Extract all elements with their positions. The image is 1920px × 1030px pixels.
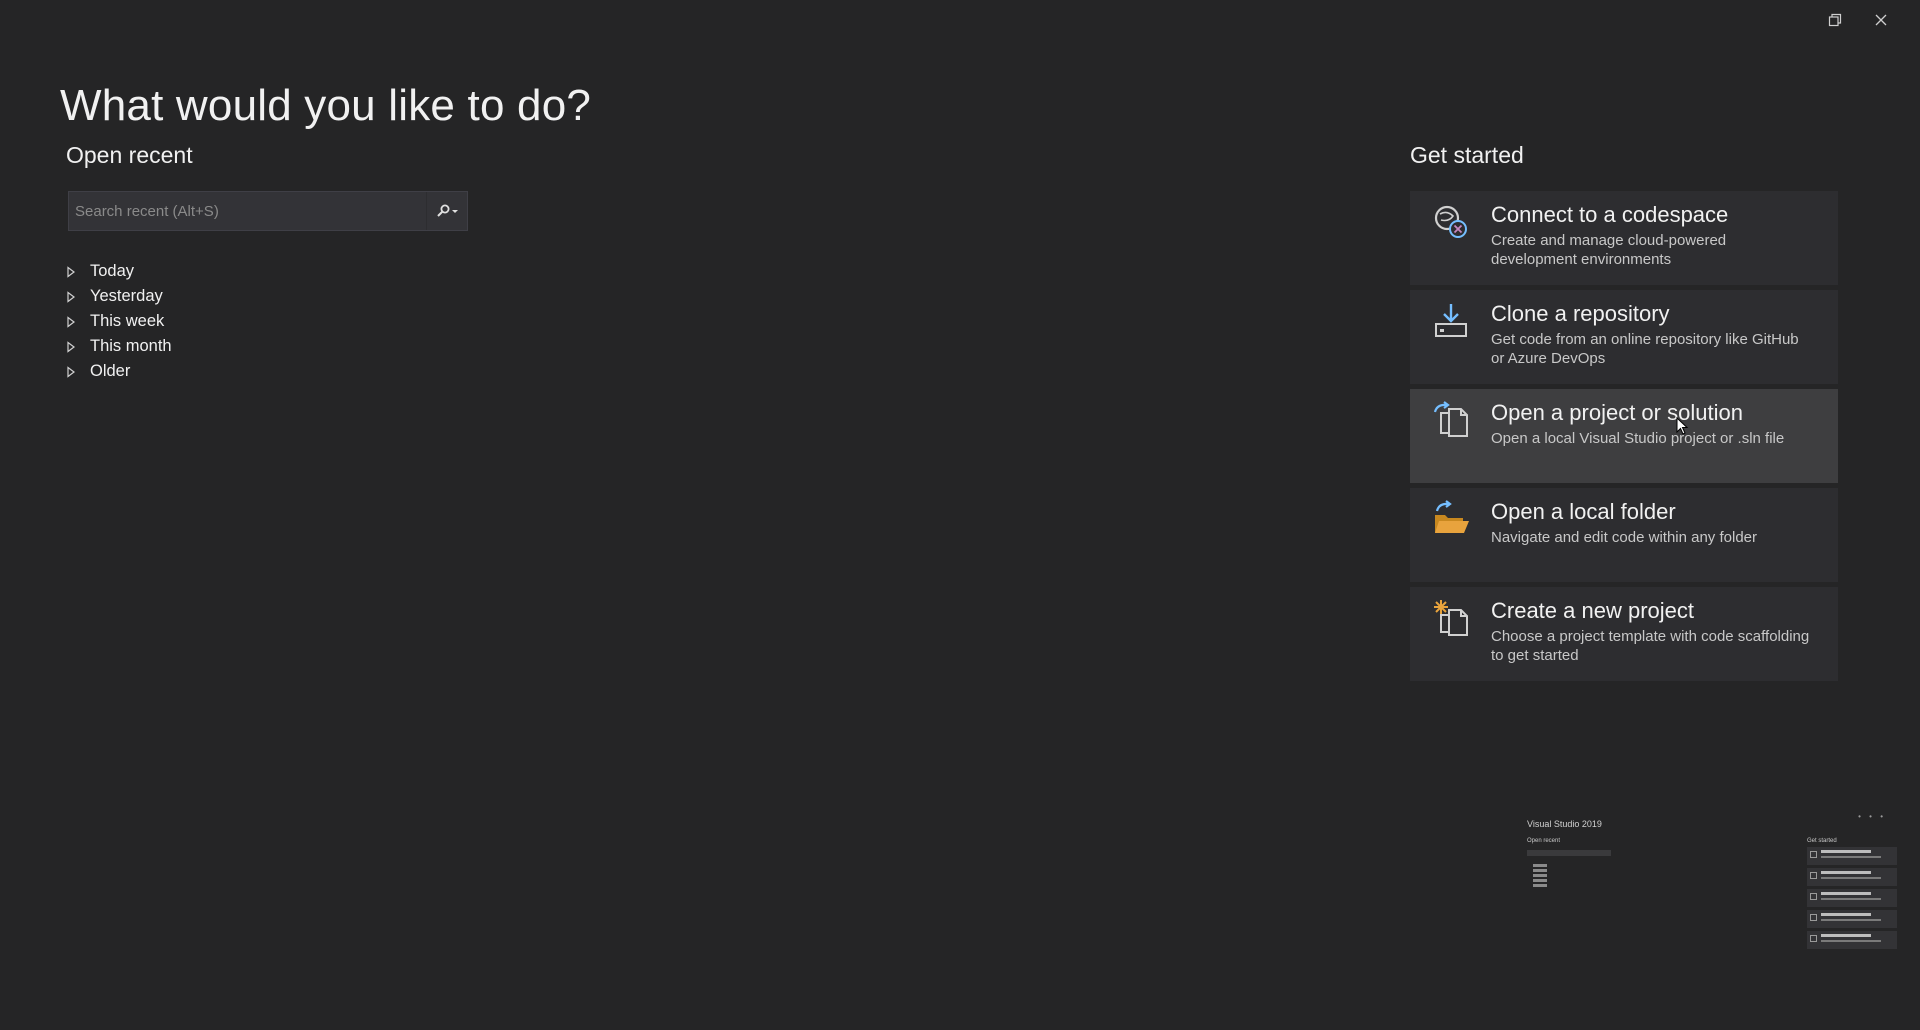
card-description: Navigate and edit code within any folder <box>1491 529 1758 546</box>
expand-triangle-icon <box>66 265 90 278</box>
more-dots-icon: • • • <box>1858 812 1886 821</box>
card-title: Create a new project <box>1491 598 1694 623</box>
page-title: What would you like to do? <box>60 81 592 131</box>
card-description: Open a local Visual Studio project or .s… <box>1491 430 1785 447</box>
search-icon <box>437 204 458 217</box>
card-description: Create and manage cloud-powered developm… <box>1491 232 1727 268</box>
card-title: Connect to a codespace <box>1491 202 1729 227</box>
recent-group-this-month[interactable]: This month <box>66 334 486 359</box>
folder-icon <box>1435 500 1469 533</box>
recent-group-label: Older <box>90 362 131 380</box>
recent-group-label: This month <box>90 337 172 355</box>
recent-group-today[interactable]: Today <box>66 259 486 284</box>
open-recent-heading: Open recent <box>66 142 193 168</box>
recent-group-yesterday[interactable]: Yesterday <box>66 284 486 309</box>
close-button[interactable] <box>1858 8 1904 32</box>
clone-icon <box>1435 304 1467 337</box>
get-started-heading: Get started <box>1410 142 1524 168</box>
recent-group-label: Today <box>90 262 135 280</box>
thumbnail-title: Visual Studio 2019 <box>1527 819 1602 829</box>
get-started-section: Get started Connect to a codespace Creat… <box>1410 142 1840 686</box>
close-icon <box>1875 14 1887 26</box>
thumbnail-left-column: Open recent <box>1527 838 1617 887</box>
card-title: Open a local folder <box>1491 499 1676 524</box>
card-title: Open a project or solution <box>1491 400 1743 425</box>
window-controls <box>1812 8 1904 32</box>
thumbnail-right-column: Get started <box>1807 838 1899 949</box>
restore-icon <box>1828 13 1842 27</box>
create-new-project-card[interactable]: Create a new project Choose a project te… <box>1410 587 1838 681</box>
open-local-folder-card[interactable]: Open a local folder Navigate and edit co… <box>1410 488 1838 582</box>
card-title: Clone a repository <box>1491 301 1670 326</box>
search-options-button[interactable] <box>426 192 467 230</box>
expand-triangle-icon <box>66 365 90 378</box>
expand-triangle-icon <box>66 315 90 328</box>
recent-group-older[interactable]: Older <box>66 359 486 384</box>
card-description: Choose a project template with code scaf… <box>1491 628 1810 664</box>
connect-codespace-card[interactable]: Connect to a codespace Create and manage… <box>1410 191 1838 285</box>
clone-repository-card[interactable]: Clone a repository Get code from an onli… <box>1410 290 1838 384</box>
chevron-down-icon <box>452 210 458 213</box>
recent-groups-list: Today Yesterday This week This month Old… <box>66 259 486 384</box>
codespace-icon <box>1434 205 1467 238</box>
recent-group-label: Yesterday <box>90 287 163 305</box>
expand-triangle-icon <box>66 340 90 353</box>
new-project-icon <box>1434 600 1468 636</box>
mouse-cursor-icon <box>1676 417 1689 435</box>
recent-group-label: This week <box>90 312 165 330</box>
expand-triangle-icon <box>66 290 90 303</box>
open-project-icon <box>1433 401 1468 437</box>
card-description: Get code from an online repository like … <box>1491 331 1799 367</box>
open-project-card[interactable]: Open a project or solution Open a local … <box>1410 389 1838 483</box>
window-thumbnail-preview[interactable]: • • • Visual Studio 2019 Open recent Get… <box>1520 812 1900 962</box>
open-recent-section: Open recent Today Yesterday This week Th… <box>66 142 486 384</box>
search-recent-input[interactable] <box>69 192 426 230</box>
search-recent-box <box>68 191 468 231</box>
restore-button[interactable] <box>1812 8 1858 32</box>
recent-group-this-week[interactable]: This week <box>66 309 486 334</box>
